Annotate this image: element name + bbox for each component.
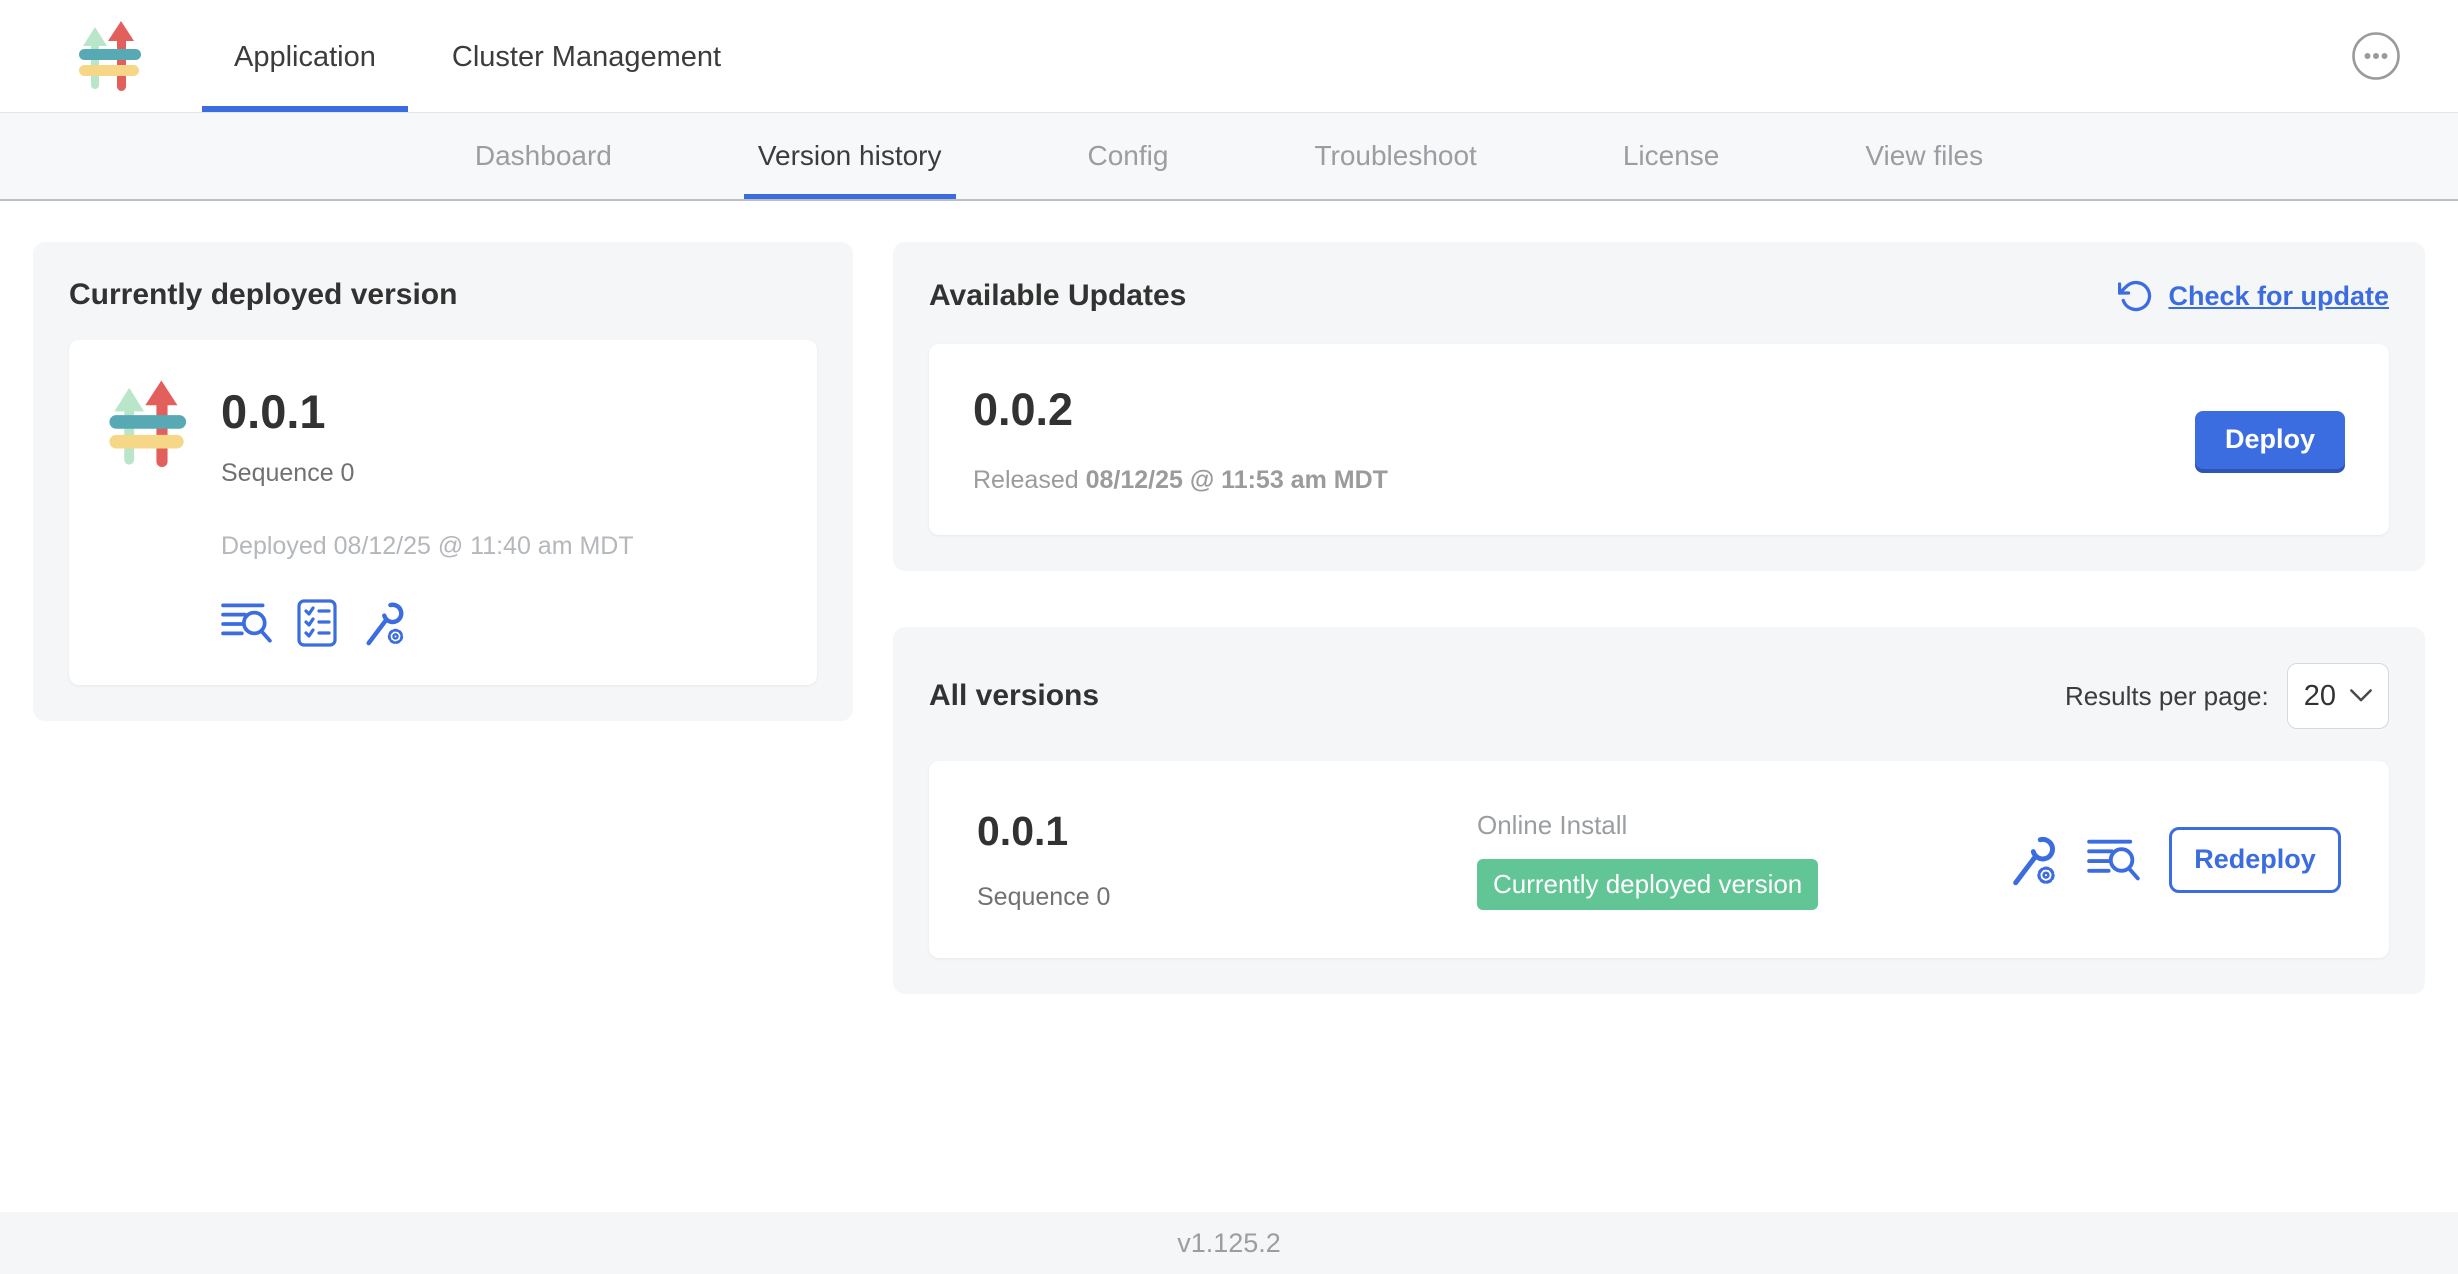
subnav-view-files-label: View files: [1865, 140, 1983, 172]
overflow-menu-button[interactable]: [2350, 30, 2402, 82]
install-type-label: Online Install: [1477, 810, 2007, 841]
deployed-sequence: Sequence 0: [221, 459, 634, 488]
all-versions-title: All versions: [929, 679, 1099, 713]
deployed-version-panel: 0.0.1 Sequence 0 Deployed 08/12/25 @ 11:…: [69, 340, 817, 685]
subnav-version-history-label: Version history: [758, 140, 942, 172]
edit-config-button[interactable]: [2007, 834, 2059, 886]
results-per-page-value: 20: [2304, 680, 2336, 713]
top-tabs: Application Cluster Management: [202, 0, 753, 112]
deployed-timestamp: Deployed 08/12/25 @ 11:40 am MDT: [221, 532, 634, 561]
released-date: 08/12/25 @ 11:53 am MDT: [1086, 466, 1388, 494]
right-column: Available Updates Check for update 0.0.2…: [893, 242, 2425, 994]
update-version-number: 0.0.2: [973, 384, 1388, 436]
subnav-item-view-files[interactable]: View files: [1851, 113, 1997, 199]
deployed-actions: [221, 599, 634, 647]
preflight-checklist-icon: [297, 599, 337, 647]
refresh-icon: [2118, 278, 2154, 314]
preflight-checks-button[interactable]: [297, 599, 337, 647]
check-for-update-link[interactable]: Check for update: [2118, 278, 2389, 314]
tab-application-label: Application: [234, 41, 376, 74]
chevron-down-icon: [2350, 689, 2372, 703]
available-updates-card: Available Updates Check for update 0.0.2…: [893, 242, 2425, 571]
tab-cluster-management-label: Cluster Management: [452, 41, 721, 74]
subnav-item-dashboard[interactable]: Dashboard: [461, 113, 626, 199]
results-per-page-select[interactable]: 20: [2287, 663, 2389, 729]
update-row: 0.0.2 Released 08/12/25 @ 11:53 am MDT D…: [929, 344, 2389, 535]
subnav-item-license[interactable]: License: [1609, 113, 1734, 199]
row-sequence: Sequence 0: [977, 883, 1477, 912]
deploy-button[interactable]: Deploy: [2195, 411, 2345, 469]
view-logs-button[interactable]: [2087, 837, 2141, 883]
version-row-info: 0.0.1 Sequence 0: [977, 808, 1477, 912]
app-logo-icon: [78, 19, 144, 95]
released-prefix: Released: [973, 466, 1079, 494]
console-version: v1.125.2: [1177, 1228, 1281, 1259]
edit-config-button[interactable]: [361, 600, 407, 646]
all-versions-header: All versions Results per page: 20: [929, 663, 2389, 729]
available-updates-title: Available Updates: [929, 279, 1186, 313]
admin-console-page: Application Cluster Management Dashboard…: [0, 0, 2458, 994]
subnav-dashboard-label: Dashboard: [475, 140, 612, 172]
logs-icon: [2087, 837, 2141, 883]
currently-deployed-title: Currently deployed version: [69, 278, 817, 312]
subnav-config-label: Config: [1088, 140, 1169, 172]
row-version-number: 0.0.1: [977, 808, 1477, 855]
version-row: 0.0.1 Sequence 0 Online Install Currentl…: [929, 761, 2389, 958]
subnav-item-config[interactable]: Config: [1074, 113, 1183, 199]
available-updates-header: Available Updates Check for update: [929, 278, 2389, 314]
app-subnav: Dashboard Version history Config Trouble…: [0, 113, 2458, 201]
view-logs-button[interactable]: [221, 601, 273, 645]
currently-deployed-badge: Currently deployed version: [1477, 859, 1818, 910]
app-logo-icon: [107, 378, 191, 472]
tab-cluster-management[interactable]: Cluster Management: [420, 0, 753, 112]
tab-application[interactable]: Application: [202, 0, 408, 112]
subnav-troubleshoot-label: Troubleshoot: [1314, 140, 1476, 172]
subnav-license-label: License: [1623, 140, 1720, 172]
update-released-line: Released 08/12/25 @ 11:53 am MDT: [973, 466, 1388, 495]
version-row-status: Online Install Currently deployed versio…: [1477, 810, 2007, 910]
ellipsis-icon: [2350, 30, 2402, 82]
update-info: 0.0.2 Released 08/12/25 @ 11:53 am MDT: [973, 384, 1388, 495]
results-per-page: Results per page: 20: [2065, 663, 2389, 729]
main-content: Currently deployed version 0.0.1 Sequenc…: [33, 242, 2425, 994]
deployed-version-info: 0.0.1 Sequence 0 Deployed 08/12/25 @ 11:…: [221, 378, 634, 647]
subnav-item-version-history[interactable]: Version history: [744, 113, 956, 199]
logs-icon: [221, 601, 273, 645]
all-versions-card: All versions Results per page: 20 0.0: [893, 627, 2425, 994]
subnav-item-troubleshoot[interactable]: Troubleshoot: [1300, 113, 1490, 199]
currently-deployed-card: Currently deployed version 0.0.1 Sequenc…: [33, 242, 853, 721]
redeploy-button[interactable]: Redeploy: [2169, 827, 2341, 893]
version-row-actions: Redeploy: [2007, 827, 2341, 893]
console-footer: v1.125.2: [0, 1212, 2458, 1274]
config-wrench-icon: [2007, 834, 2059, 886]
deployed-version-number: 0.0.1: [221, 384, 634, 439]
config-wrench-icon: [361, 600, 407, 646]
top-nav-bar: Application Cluster Management: [0, 0, 2458, 113]
check-for-update-label: Check for update: [2168, 281, 2389, 312]
results-per-page-label: Results per page:: [2065, 681, 2269, 712]
